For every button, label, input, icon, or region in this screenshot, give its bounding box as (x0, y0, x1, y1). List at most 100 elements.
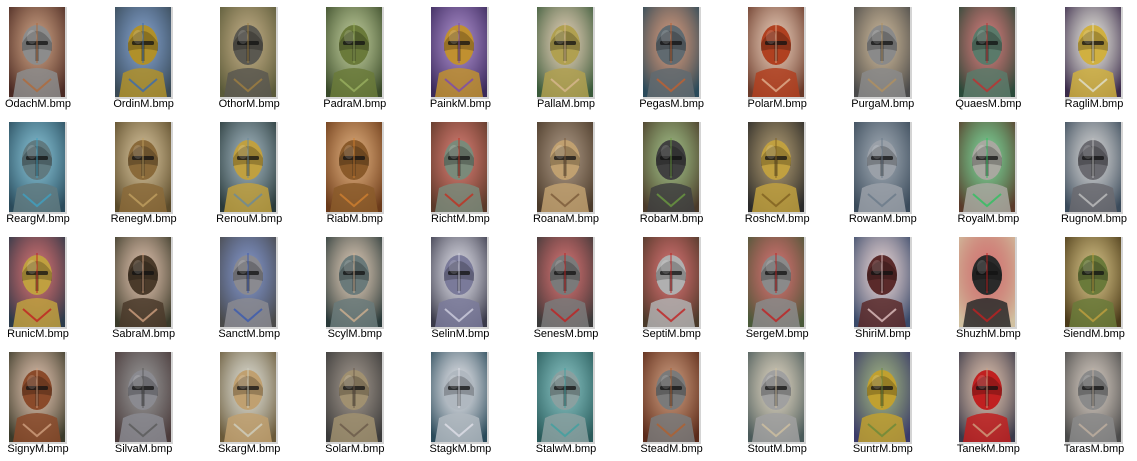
file-item[interactable]: RobarM.bmp (622, 117, 722, 229)
file-item[interactable]: SolarM.bmp (305, 347, 405, 459)
portrait-dark-haired-woman-image (114, 237, 171, 327)
portrait-sun-helm-knight (325, 352, 382, 442)
portrait-emerald-eyed-knight-image (959, 122, 1016, 212)
portrait-knight-horned-helm-image (9, 7, 65, 97)
file-item[interactable]: SilvaM.bmp (94, 347, 194, 459)
file-item[interactable]: RoshcM.bmp (727, 117, 827, 229)
portrait-teal-plate-knight (537, 352, 593, 442)
file-name-label: RiabM.bmp (326, 213, 383, 225)
portrait-red-hooded-assassin (959, 352, 1016, 442)
file-item[interactable]: SteadM.bmp (622, 347, 722, 459)
portrait-wooden-warrior-image (325, 122, 382, 212)
file-name-label: SeptiM.bmp (642, 328, 701, 340)
file-item[interactable]: PallaM.bmp (516, 2, 616, 114)
file-item[interactable]: PolarM.bmp (727, 2, 827, 114)
file-item[interactable]: StoutM.bmp (727, 347, 827, 459)
file-item[interactable]: SabraM.bmp (94, 232, 194, 344)
portrait-spiked-gold-helm-image (748, 122, 805, 212)
file-item[interactable]: TanekM.bmp (938, 347, 1038, 459)
file-item[interactable]: SelinM.bmp (410, 232, 510, 344)
portrait-horned-beast (114, 122, 171, 212)
file-item[interactable]: QuaesM.bmp (938, 2, 1038, 114)
file-item[interactable]: SanctM.bmp (199, 232, 299, 344)
file-name-label: RagliM.bmp (1064, 98, 1124, 110)
file-item[interactable]: RugnoM.bmp (1044, 117, 1137, 229)
portrait-sunflower-dryad (853, 352, 910, 442)
thumbnail-frame (1065, 122, 1123, 214)
file-item[interactable]: SenesM.bmp (516, 232, 616, 344)
portrait-horned-barbarian (220, 237, 277, 327)
portrait-wooden-warrior (325, 122, 382, 212)
file-name-label: TanekM.bmp (956, 443, 1020, 455)
file-item[interactable]: ScylM.bmp (305, 232, 405, 344)
thumbnail-frame (959, 122, 1018, 214)
file-item[interactable]: RagliM.bmp (1044, 2, 1137, 114)
thumbnail-frame (431, 237, 490, 329)
thumbnail-frame (642, 7, 701, 99)
portrait-dark-elf-sorceress (853, 237, 910, 327)
file-item[interactable]: RoyalM.bmp (938, 117, 1038, 229)
thumbnail-frame (9, 7, 67, 99)
file-item[interactable]: OthorM.bmp (199, 2, 299, 114)
file-item[interactable]: RoanaM.bmp (516, 117, 616, 229)
file-item[interactable]: StalwM.bmp (516, 347, 616, 459)
portrait-grey-bearded-elder (1065, 352, 1121, 442)
portrait-female-paladin (537, 7, 593, 97)
portrait-red-crest-knight (537, 237, 593, 327)
file-item[interactable]: SeptiM.bmp (622, 232, 722, 344)
portrait-female-paladin-image (537, 7, 593, 97)
thumbnail-frame (537, 352, 595, 444)
file-grid: OdachM.bmp OrdinM.bmp OthorM.bmp PadraM.bmp… (0, 0, 1137, 461)
file-item[interactable]: StagkM.bmp (410, 347, 510, 459)
portrait-red-plumed-knight-image (431, 122, 488, 212)
file-item[interactable]: SignyM.bmp (0, 347, 88, 459)
file-item[interactable]: OdachM.bmp (0, 2, 88, 114)
file-item[interactable]: SergeM.bmp (727, 232, 827, 344)
file-item[interactable]: RenegM.bmp (94, 117, 194, 229)
thumbnail-frame (1065, 237, 1123, 329)
file-item[interactable]: SiendM.bmp (1044, 232, 1137, 344)
file-item[interactable]: SkargM.bmp (199, 347, 299, 459)
portrait-sun-helm-knight-image (325, 352, 382, 442)
file-item[interactable]: RiabM.bmp (305, 117, 405, 229)
file-name-label: RowanM.bmp (848, 213, 917, 225)
file-item[interactable]: OrdinM.bmp (94, 2, 194, 114)
portrait-stag-helm-knight (431, 352, 488, 442)
file-item[interactable]: ShiriM.bmp (833, 232, 933, 344)
file-name-label: ShiriM.bmp (854, 328, 911, 340)
portrait-crowned-king-image (220, 122, 277, 212)
file-item[interactable]: PegasM.bmp (622, 2, 722, 114)
portrait-gold-visor-knight-image (431, 7, 488, 97)
thumbnail-frame (1065, 7, 1123, 99)
thumbnail-frame (431, 122, 490, 214)
file-item[interactable]: PainkM.bmp (410, 2, 510, 114)
portrait-green-helm-knight (959, 7, 1016, 97)
thumbnail-frame (1065, 352, 1123, 444)
portrait-red-plumed-knight (431, 122, 488, 212)
file-item[interactable]: PurgaM.bmp (833, 2, 933, 114)
file-item[interactable]: RowanM.bmp (833, 117, 933, 229)
portrait-chainmail-knight-image (853, 7, 910, 97)
file-name-label: SuntrM.bmp (852, 443, 913, 455)
portrait-pegasus-knight (642, 7, 699, 97)
portrait-bronze-helm-knight-image (642, 352, 699, 442)
file-item[interactable]: ReargM.bmp (0, 117, 88, 229)
file-item[interactable]: PadraM.bmp (305, 2, 405, 114)
file-item[interactable]: RichtM.bmp (410, 117, 510, 229)
file-name-label: SenesM.bmp (533, 328, 599, 340)
portrait-horned-barbarian-image (220, 237, 277, 327)
thumbnail-frame (114, 352, 173, 444)
file-item[interactable]: RunicM.bmp (0, 232, 88, 344)
file-item[interactable]: SuntrM.bmp (833, 347, 933, 459)
portrait-gold-visor-knight (431, 7, 488, 97)
file-item[interactable]: RenouM.bmp (199, 117, 299, 229)
file-item[interactable]: ShuzhM.bmp (938, 232, 1038, 344)
portrait-elf-archer-image (537, 122, 593, 212)
portrait-treant-druid-image (325, 7, 382, 97)
portrait-knight-horned-helm (9, 7, 65, 97)
file-item[interactable]: TarasM.bmp (1044, 347, 1137, 459)
file-name-label: RenouM.bmp (216, 213, 283, 225)
portrait-crusader (748, 237, 805, 327)
portrait-eastern-empress-image (959, 237, 1016, 327)
portrait-crusader-image (748, 237, 805, 327)
